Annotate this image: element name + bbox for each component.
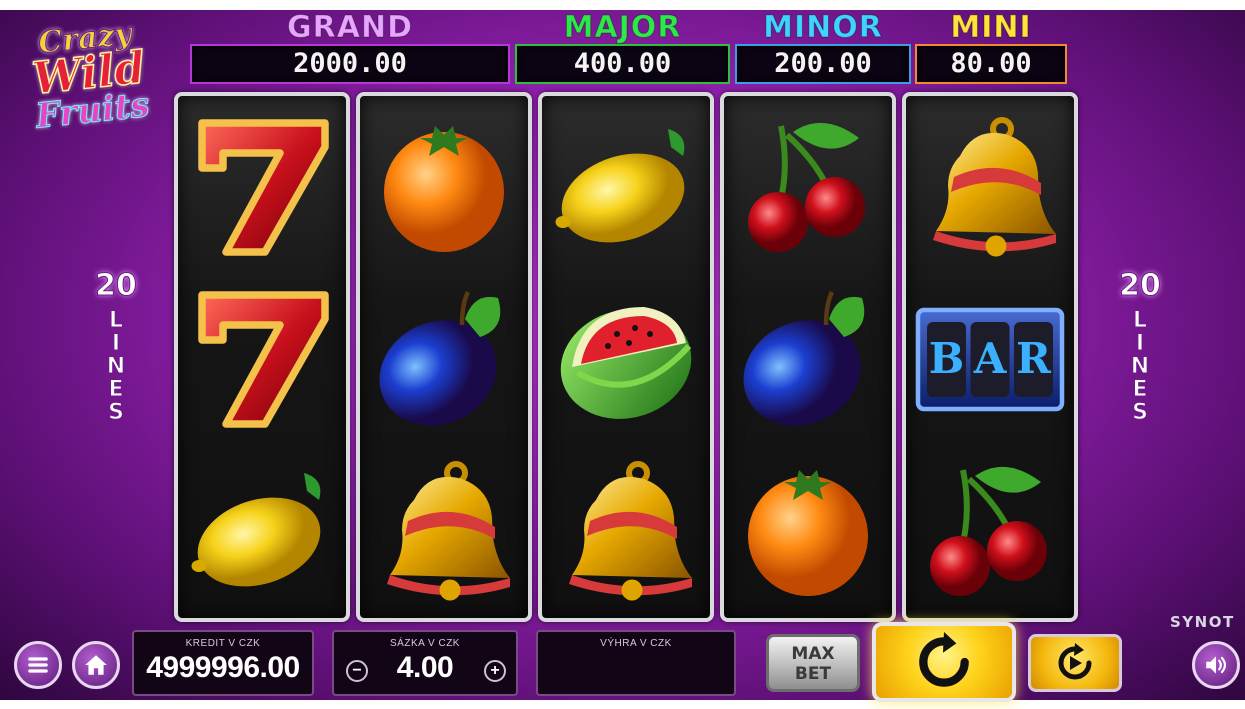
max-bet-line-2: BET xyxy=(794,664,832,684)
reel-symbol-cherry xyxy=(724,100,892,272)
bar-icon: BAR xyxy=(915,307,1065,412)
seven-icon xyxy=(198,291,329,428)
lines-letter: S xyxy=(1132,400,1149,425)
plum-icon xyxy=(379,290,501,426)
reel-5: BAR xyxy=(902,92,1078,622)
lines-word: L I N E S xyxy=(1110,308,1170,425)
lines-letter: L xyxy=(1132,308,1148,333)
reel-4 xyxy=(720,92,896,622)
reel-symbol-bell xyxy=(542,444,710,616)
win-label: VÝHRA V CZK xyxy=(600,638,672,649)
menu-button[interactable] xyxy=(14,641,62,689)
jackpot-mini-value: 80.00 xyxy=(915,44,1067,84)
lines-word: L I N E S xyxy=(86,308,146,425)
bet-display: SÁZKA V CZK 4.00 − + xyxy=(332,630,518,696)
reel-symbol-lemon xyxy=(178,444,346,616)
bell-icon xyxy=(933,117,1056,257)
home-button[interactable] xyxy=(72,641,120,689)
jackpot-minor-value: 200.00 xyxy=(735,44,911,84)
orange-icon xyxy=(384,126,504,252)
autoplay-button[interactable] xyxy=(1028,634,1122,692)
cherry-icon xyxy=(748,122,865,252)
reel-symbol-orange xyxy=(724,444,892,616)
jackpot-major: MAJOR 400.00 xyxy=(515,10,730,84)
lines-letter: E xyxy=(108,377,124,402)
autoplay-icon xyxy=(1058,643,1092,680)
lines-indicator-right: 20 L I N E S xyxy=(1110,268,1170,425)
bell-icon xyxy=(569,461,692,601)
bar-letter: R xyxy=(1016,334,1052,383)
jackpot-minor: MINOR 200.00 xyxy=(735,10,911,84)
reel-symbol-orange xyxy=(360,100,528,272)
bar-letter: B xyxy=(929,334,965,383)
reel-symbol-bell xyxy=(906,100,1074,272)
slot-game-stage: Crazy Wild Fruits GRAND 2000.00 MAJOR 40… xyxy=(0,0,1245,709)
lemon-icon xyxy=(555,129,685,243)
jackpot-major-title: MAJOR xyxy=(563,10,682,45)
orange-icon xyxy=(748,470,868,596)
lines-letter: S xyxy=(108,400,125,425)
lines-letter: N xyxy=(106,354,126,379)
lines-count: 20 xyxy=(1119,268,1162,304)
reel-symbol-bell xyxy=(360,444,528,616)
reel-symbol-lemon xyxy=(542,100,710,272)
lines-letter: L xyxy=(108,308,124,333)
seven-icon xyxy=(198,119,329,256)
reel-symbol-plum xyxy=(360,272,528,444)
reel-symbol-plum xyxy=(724,272,892,444)
logo-line-3: Fruits xyxy=(33,84,152,137)
lines-letter: E xyxy=(1132,377,1148,402)
menu-icon xyxy=(28,657,48,673)
max-bet-button[interactable]: MAX BET xyxy=(766,634,860,692)
sound-button[interactable] xyxy=(1192,641,1240,689)
credit-label: KREDIT V CZK xyxy=(185,638,261,649)
top-frame xyxy=(0,0,1245,10)
bet-decrease-button[interactable]: − xyxy=(346,660,368,682)
lines-indicator-left: 20 L I N E S xyxy=(86,268,146,425)
lines-letter: I xyxy=(111,331,121,356)
lines-letter: N xyxy=(1130,354,1150,379)
lemon-icon xyxy=(191,473,321,587)
reel-1 xyxy=(174,92,350,622)
game-logo: Crazy Wild Fruits xyxy=(8,8,170,143)
spin-button[interactable] xyxy=(872,622,1016,702)
credit-value: 4999996.00 xyxy=(146,651,300,684)
home-icon xyxy=(85,655,107,675)
reel-symbol-bar: BAR xyxy=(906,272,1074,444)
watermelon-icon xyxy=(560,307,692,419)
reel-3 xyxy=(538,92,714,622)
cherry-icon xyxy=(930,466,1047,596)
lines-count: 20 xyxy=(95,268,138,304)
reel-symbol-seven xyxy=(178,272,346,444)
win-display: VÝHRA V CZK xyxy=(536,630,736,696)
bar-letter: A xyxy=(973,334,1008,383)
bet-increase-button[interactable]: + xyxy=(484,660,506,682)
plum-icon xyxy=(743,290,865,426)
jackpot-major-value: 400.00 xyxy=(515,44,730,84)
credit-display: KREDIT V CZK 4999996.00 xyxy=(132,630,314,696)
bell-icon xyxy=(387,461,510,601)
speaker-icon xyxy=(1206,656,1227,674)
jackpot-grand-title: GRAND xyxy=(287,10,413,45)
brand-label: SYNOT xyxy=(1170,613,1235,631)
jackpot-grand-value: 2000.00 xyxy=(190,44,510,84)
lines-letter: I xyxy=(1135,331,1145,356)
reel-symbol-watermelon xyxy=(542,272,710,444)
jackpot-minor-title: MINOR xyxy=(763,10,883,45)
bottom-frame xyxy=(0,700,1245,709)
reel-2 xyxy=(356,92,532,622)
reel-symbol-seven xyxy=(178,100,346,272)
spin-icon xyxy=(919,632,969,687)
jackpot-grand: GRAND 2000.00 xyxy=(190,10,510,84)
jackpot-mini: MINI 80.00 xyxy=(915,10,1067,84)
bet-label: SÁZKA V CZK xyxy=(390,638,460,649)
jackpot-mini-title: MINI xyxy=(950,10,1032,45)
max-bet-line-1: MAX xyxy=(791,644,835,664)
reel-symbol-cherry xyxy=(906,444,1074,616)
